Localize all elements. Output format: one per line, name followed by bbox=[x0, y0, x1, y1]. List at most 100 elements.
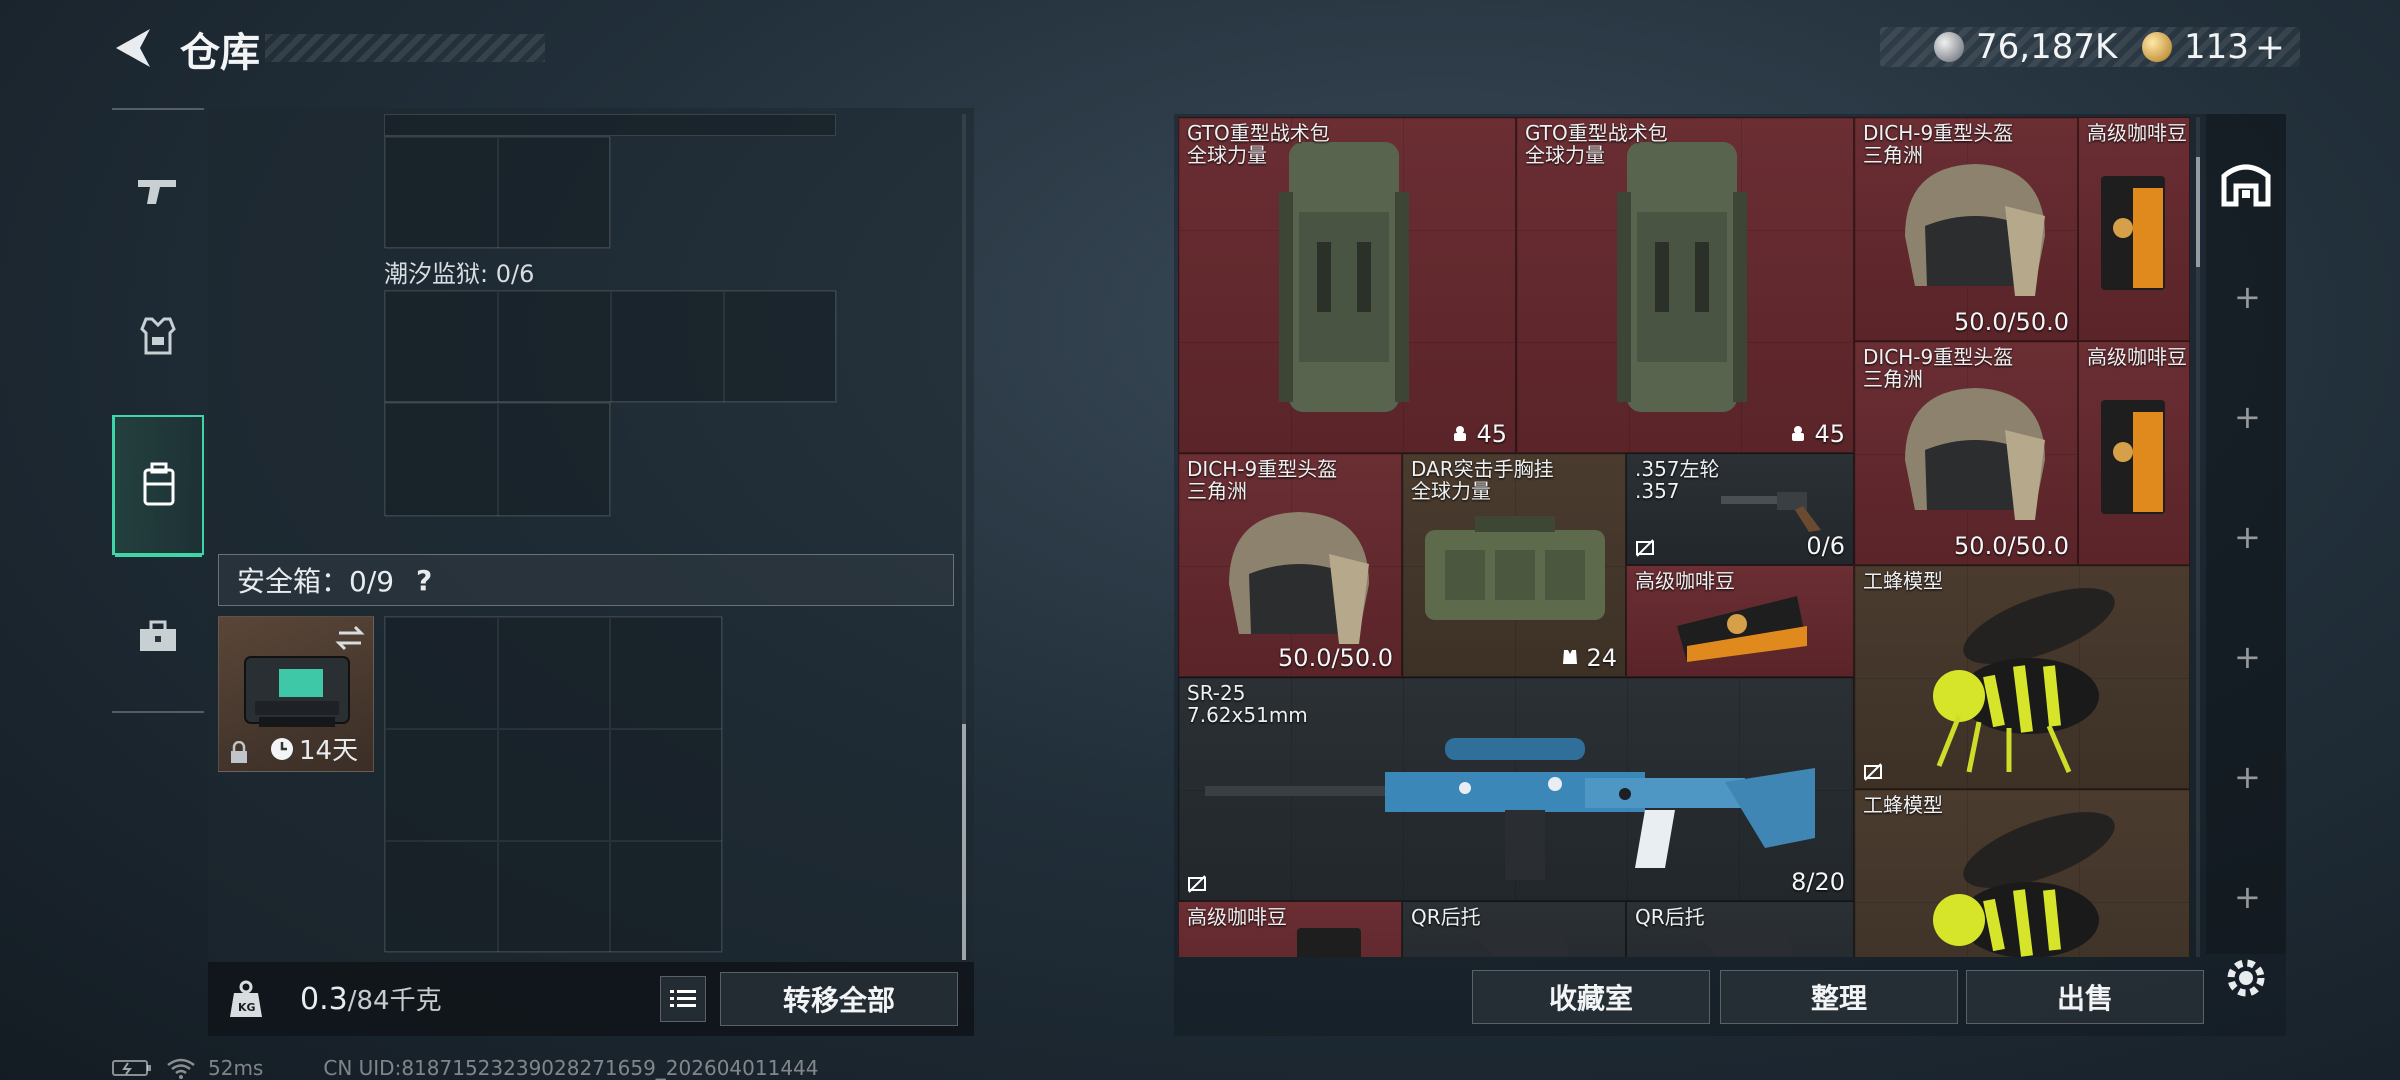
helmet-item-icon bbox=[1905, 164, 2045, 296]
item-name: DICH-9重型头盔 三角洲 bbox=[1187, 457, 1338, 503]
no-ammo-icon bbox=[1188, 875, 1206, 893]
item-value: 50.0/50.0 bbox=[1954, 532, 2069, 560]
item-name: DICH-9重型头盔 三角洲 bbox=[1863, 345, 2014, 391]
weight-value: 0.3 bbox=[300, 982, 348, 1017]
chest-rig-icon bbox=[1425, 516, 1605, 620]
silver-currency[interactable]: 76,187K bbox=[1934, 27, 2117, 67]
item-name: SR-25 7.62x51mm bbox=[1187, 681, 1308, 727]
tab-equipment[interactable] bbox=[112, 290, 204, 382]
backpack-item-icon bbox=[1617, 142, 1747, 412]
storage-scrollbar[interactable] bbox=[962, 114, 966, 960]
svg-text:KG: KG bbox=[238, 1001, 256, 1014]
revolver-icon bbox=[1721, 492, 1821, 532]
scroll-thumb[interactable] bbox=[962, 724, 966, 960]
battery-icon bbox=[112, 1060, 151, 1076]
ping-text: 52ms bbox=[208, 1056, 264, 1080]
inventory-item[interactable]: 工蜂模型 bbox=[1854, 789, 2190, 957]
clock-icon bbox=[271, 737, 293, 760]
container-grid-top[interactable] bbox=[384, 136, 611, 249]
vest-icon bbox=[1562, 650, 1577, 664]
coffee-bag-icon bbox=[1297, 928, 1361, 957]
helmet-item-icon bbox=[1905, 388, 2045, 520]
inventory-item[interactable]: DAR突击手胸挂 全球力量 24 bbox=[1402, 453, 1626, 677]
item-value: 8/20 bbox=[1791, 868, 1845, 896]
tab-toolbox[interactable] bbox=[112, 590, 204, 682]
capacity-icon bbox=[1453, 426, 1466, 441]
item-name: .357左轮 .357 bbox=[1635, 457, 1720, 503]
inventory-item[interactable]: 高级咖啡豆 bbox=[1178, 901, 1402, 957]
item-name: 高级咖啡豆 bbox=[1635, 569, 1735, 593]
add-container-icon[interactable]: + bbox=[2234, 761, 2261, 793]
inventory-item[interactable]: DICH-9重型头盔 三角洲 50.0/50.0 bbox=[1854, 117, 2078, 341]
gold-currency[interactable]: 113 + bbox=[2142, 27, 2285, 68]
back-arrow-icon[interactable] bbox=[110, 25, 154, 71]
inventory-item[interactable]: 工蜂模型 bbox=[1854, 565, 2190, 789]
settings-gear-icon[interactable] bbox=[2222, 954, 2270, 1002]
silver-amount: 76,187K bbox=[1976, 27, 2118, 67]
status-line: 52ms CN UID:81871523239028271659_2026040… bbox=[112, 1056, 819, 1080]
weight-bar: KG 0.3/84千克 转移全部 bbox=[208, 962, 974, 1036]
inventory-item[interactable]: DICH-9重型头盔 三角洲 50.0/50.0 bbox=[1854, 341, 2078, 565]
inventory-item[interactable]: QR后托 bbox=[1402, 901, 1626, 957]
top-bar: 仓库 76,187K 113 + bbox=[0, 0, 2400, 100]
inventory-item[interactable]: 高级咖啡豆 bbox=[1626, 565, 1854, 677]
wifi-icon bbox=[167, 1058, 195, 1079]
coffee-bag-icon bbox=[2101, 400, 2165, 514]
item-value: 0/6 bbox=[1806, 532, 1845, 560]
item-name: QR后托 bbox=[1635, 905, 1705, 929]
bee-model-icon bbox=[1933, 588, 2115, 773]
safebox-header: 安全箱：0/9 ? bbox=[218, 554, 954, 606]
toolbox-icon bbox=[140, 620, 176, 651]
swap-icon[interactable] bbox=[335, 625, 365, 651]
pistol-icon bbox=[138, 180, 176, 204]
capacity-icon bbox=[1791, 426, 1804, 441]
inventory-item[interactable]: SR-25 7.62x51mm 8/20 bbox=[1178, 677, 1854, 901]
weight-capacity: /84千克 bbox=[347, 986, 442, 1016]
coffee-bag-icon bbox=[2101, 176, 2165, 290]
item-value: 45 bbox=[1789, 420, 1845, 448]
transfer-all-button[interactable]: 转移全部 bbox=[720, 972, 958, 1026]
tab-storage[interactable] bbox=[112, 415, 204, 557]
vault-icon bbox=[2221, 164, 2271, 207]
tab-vault[interactable] bbox=[2212, 122, 2280, 242]
add-currency-icon[interactable]: + bbox=[2255, 27, 2285, 68]
armor-vest-icon bbox=[140, 317, 176, 355]
inventory-item[interactable]: QR后托 bbox=[1626, 901, 1854, 957]
scroll-thumb[interactable] bbox=[2196, 157, 2200, 267]
add-container-icon[interactable]: + bbox=[2234, 521, 2261, 553]
list-view-button[interactable] bbox=[660, 976, 706, 1022]
inventory-item[interactable]: GTO重型战术包 全球力量 45 bbox=[1516, 117, 1854, 453]
container-grid-partial bbox=[384, 114, 836, 136]
item-name: 高级咖啡豆 bbox=[2087, 345, 2187, 369]
gold-coin-icon bbox=[2142, 32, 2172, 62]
sell-button[interactable]: 出售 bbox=[1966, 970, 2204, 1024]
inventory-item[interactable]: GTO重型战术包 全球力量 45 bbox=[1178, 117, 1516, 453]
no-ammo-icon bbox=[1864, 763, 1882, 781]
safebox-label: 安全箱：0/9 bbox=[237, 565, 395, 598]
safebox-item[interactable]: 14天 bbox=[218, 616, 374, 772]
section-label: 潮汐监狱: 0/6 bbox=[384, 260, 535, 288]
add-container-icon[interactable]: + bbox=[2234, 881, 2261, 913]
inventory-item[interactable]: 高级咖啡豆 bbox=[2078, 117, 2190, 341]
lock-icon bbox=[231, 741, 247, 763]
weight-icon: KG bbox=[230, 980, 262, 1017]
tab-weapons[interactable] bbox=[112, 145, 204, 237]
item-name: QR后托 bbox=[1411, 905, 1481, 929]
safebox-grid[interactable] bbox=[384, 616, 723, 953]
sort-button[interactable]: 整理 bbox=[1720, 970, 1958, 1024]
help-icon[interactable]: ? bbox=[410, 564, 438, 597]
container-grid-row1[interactable] bbox=[384, 290, 837, 403]
coffee-bag-icon bbox=[1677, 596, 1807, 662]
inventory-item[interactable]: 高级咖啡豆 bbox=[2078, 341, 2190, 565]
add-container-icon[interactable]: + bbox=[2234, 641, 2261, 673]
gold-amount: 113 bbox=[2184, 27, 2249, 67]
uid-text: CN UID:81871523239028271659_202604011444 bbox=[323, 1056, 819, 1080]
inventory-item[interactable]: DICH-9重型头盔 三角洲 50.0/50.0 bbox=[1178, 453, 1402, 677]
title-decoration bbox=[265, 34, 545, 62]
add-container-icon[interactable]: + bbox=[2234, 401, 2261, 433]
collection-room-button[interactable]: 收藏室 bbox=[1472, 970, 1710, 1024]
inventory-item[interactable]: .357左轮 .357 0/6 bbox=[1626, 453, 1854, 565]
inventory-scrollbar[interactable] bbox=[2196, 117, 2200, 957]
container-grid-row2[interactable] bbox=[384, 402, 611, 517]
add-container-icon[interactable]: + bbox=[2234, 281, 2261, 313]
